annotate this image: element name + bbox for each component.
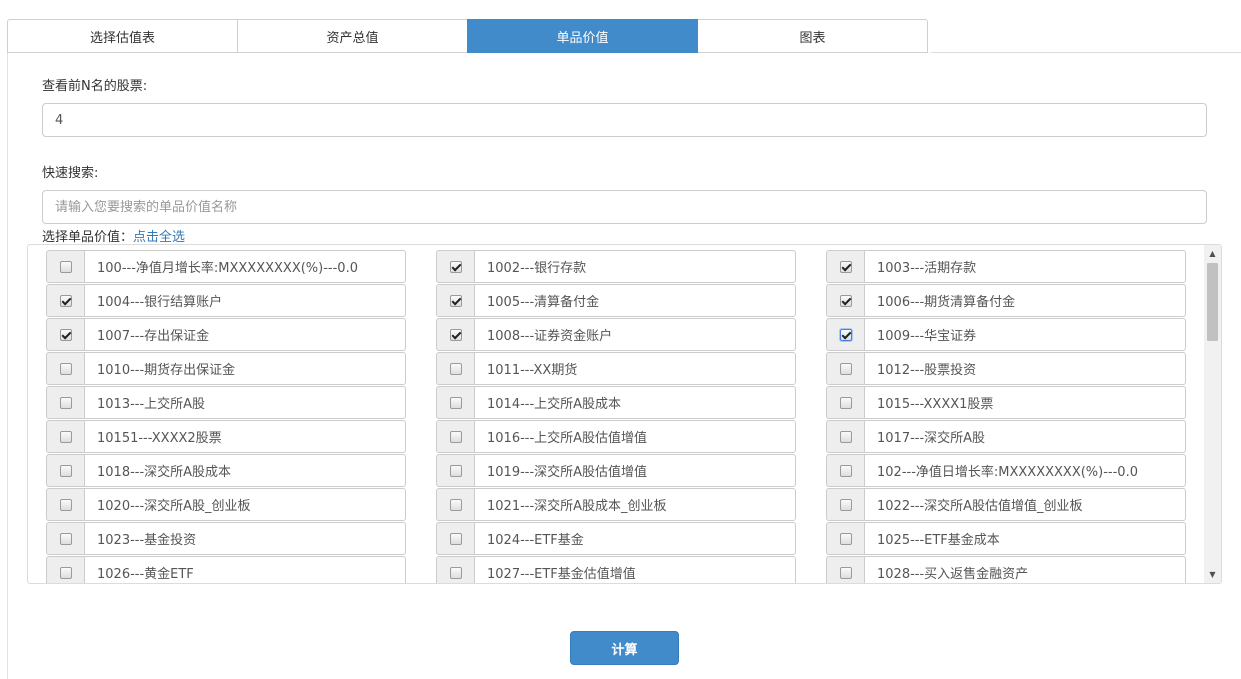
select-all-link[interactable]: 点击全选 bbox=[133, 230, 185, 245]
search-label: 快速搜索: bbox=[42, 166, 99, 181]
item-checkbox[interactable] bbox=[59, 566, 72, 579]
checkbox-addon bbox=[436, 556, 474, 583]
item-checkbox-group[interactable]: 1028---买入返售金融资产 bbox=[826, 556, 1186, 583]
select-items-label: 选择单品价值：点击全选 bbox=[42, 226, 185, 245]
item-checkbox[interactable] bbox=[839, 430, 852, 443]
search-input[interactable] bbox=[42, 190, 1207, 224]
list-scrollbar[interactable]: ▲ ▼ bbox=[1204, 245, 1221, 583]
item-row: 1026---黄金ETF 1027---ETF基金估值增值 1028---买入返售金… bbox=[28, 551, 1206, 583]
top-n-input[interactable] bbox=[42, 103, 1207, 137]
item-checkbox[interactable] bbox=[449, 498, 462, 511]
scroll-up-arrow-icon[interactable]: ▲ bbox=[1204, 245, 1221, 262]
item-checkbox-list[interactable]: 100---净值月增长率:MXXXXXXXX(%)---0.0 1002---银行… bbox=[27, 244, 1222, 584]
item-row: 1023---基金投资 1024---ETF基金 1025---ETF基金成本 bbox=[28, 517, 1206, 555]
item-checkbox[interactable] bbox=[449, 294, 462, 307]
item-checkbox[interactable] bbox=[449, 396, 462, 409]
item-row: 1013---上交所A股 1014---上交所A股成本 1015---XXXX1股票 bbox=[28, 381, 1206, 419]
item-checkbox[interactable] bbox=[449, 260, 462, 273]
top-n-label: 查看前N名的股票: bbox=[42, 79, 148, 94]
item-row: 1020---深交所A股_创业板 1021---深交所A股成本_创业板 1022--… bbox=[28, 483, 1206, 521]
tab-total-assets[interactable]: 资产总值 bbox=[237, 19, 468, 53]
item-checkbox[interactable] bbox=[449, 430, 462, 443]
item-checkbox[interactable] bbox=[59, 532, 72, 545]
scroll-down-arrow-icon[interactable]: ▼ bbox=[1204, 566, 1221, 583]
item-checkbox[interactable] bbox=[839, 260, 852, 273]
item-label: 1027---ETF基金估值增值 bbox=[474, 556, 796, 583]
item-row: 1018---深交所A股成本 1019---深交所A股估值增值 102---净值日增… bbox=[28, 449, 1206, 487]
item-row: 1010---期货存出保证金 1011---XX期货 1012---股票投资 bbox=[28, 347, 1206, 385]
item-checkbox[interactable] bbox=[839, 396, 852, 409]
tab-item-value[interactable]: 单品价值 bbox=[467, 19, 698, 53]
checkbox-addon bbox=[46, 556, 84, 583]
item-row: 1007---存出保证金 1008---证券资金账户 1009---华宝证券 bbox=[28, 313, 1206, 351]
item-row: 100---净值月增长率:MXXXXXXXX(%)---0.0 1002---银行… bbox=[28, 245, 1206, 283]
item-checkbox[interactable] bbox=[449, 532, 462, 545]
item-checkbox[interactable] bbox=[839, 566, 852, 579]
item-checkbox-group[interactable]: 1026---黄金ETF bbox=[46, 556, 406, 583]
item-checkbox[interactable] bbox=[839, 328, 852, 341]
scroll-thumb[interactable] bbox=[1207, 263, 1218, 341]
tab-bar: 选择估值表 资产总值 单品价值 图表 bbox=[7, 19, 928, 53]
tab-select-valuation-table[interactable]: 选择估值表 bbox=[7, 19, 238, 53]
item-checkbox-group[interactable]: 1027---ETF基金估值增值 bbox=[436, 556, 796, 583]
calculate-button[interactable]: 计算 bbox=[570, 631, 679, 665]
item-label: 1028---买入返售金融资产 bbox=[864, 556, 1186, 583]
item-checkbox[interactable] bbox=[839, 464, 852, 477]
item-checkbox[interactable] bbox=[449, 464, 462, 477]
select-items-label-text: 选择单品价值： bbox=[42, 230, 134, 245]
item-checkbox[interactable] bbox=[839, 532, 852, 545]
item-checkbox[interactable] bbox=[839, 362, 852, 375]
item-checkbox[interactable] bbox=[59, 328, 72, 341]
item-checkbox[interactable] bbox=[449, 362, 462, 375]
item-checkbox[interactable] bbox=[59, 294, 72, 307]
item-checkbox[interactable] bbox=[59, 260, 72, 273]
item-checkbox[interactable] bbox=[839, 498, 852, 511]
item-row: 1004---银行结算账户 1005---清算备付金 1006---期货清算备付金 bbox=[28, 279, 1206, 317]
item-label: 1026---黄金ETF bbox=[84, 556, 406, 583]
panel-border bbox=[7, 53, 8, 679]
item-row: 10151---XXXX2股票 1016---上交所A股估值增值 1017---深交… bbox=[28, 415, 1206, 453]
item-checkbox[interactable] bbox=[59, 498, 72, 511]
item-checkbox[interactable] bbox=[449, 328, 462, 341]
checkbox-addon bbox=[826, 556, 864, 583]
item-checkbox[interactable] bbox=[59, 464, 72, 477]
item-checkbox[interactable] bbox=[59, 362, 72, 375]
tab-divider bbox=[931, 52, 1241, 53]
item-checkbox[interactable] bbox=[59, 430, 72, 443]
tab-charts[interactable]: 图表 bbox=[697, 19, 928, 53]
item-checkbox[interactable] bbox=[59, 396, 72, 409]
item-checkbox[interactable] bbox=[449, 566, 462, 579]
item-checkbox[interactable] bbox=[839, 294, 852, 307]
